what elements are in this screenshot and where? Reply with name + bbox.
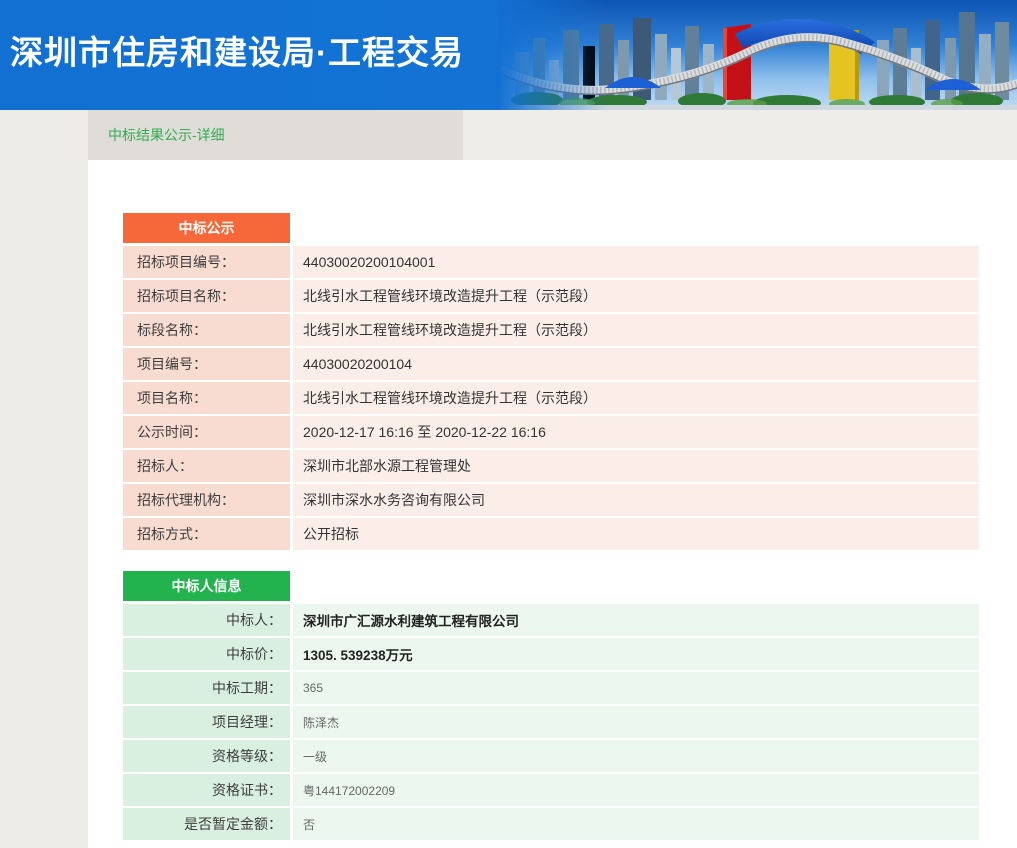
- row-value: 陈泽杰: [293, 706, 979, 738]
- row-value: 公开招标: [293, 518, 979, 550]
- bid-announcement-table: 招标项目编号：44030020200104001招标项目名称：北线引水工程管线环…: [123, 246, 979, 550]
- row-value: 44030020200104: [293, 348, 979, 380]
- row-label: 是否暂定金额：: [123, 808, 290, 840]
- site-title: 深圳市住房和建设局·工程交易: [10, 26, 464, 74]
- row-value: 44030020200104001: [293, 246, 979, 278]
- row-label: 项目编号：: [123, 348, 290, 380]
- winner-info-table: 中标人：深圳市广汇源水利建筑工程有限公司中标价：1305. 539238万元中标…: [123, 604, 979, 840]
- row-value: 北线引水工程管线环境改造提升工程（示范段）: [293, 382, 979, 414]
- site-header: 深圳市住房和建设局·工程交易: [0, 0, 1017, 110]
- left-gutter: [0, 160, 88, 848]
- row-value: 深圳市深水水务咨询有限公司: [293, 484, 979, 516]
- skyline-banner-image: [497, 0, 1017, 110]
- row-label: 中标人：: [123, 604, 290, 636]
- table-row: 招标方式：公开招标: [123, 518, 979, 550]
- row-label: 资格证书：: [123, 774, 290, 806]
- row-value: 一级: [293, 740, 979, 772]
- row-value: 深圳市广汇源水利建筑工程有限公司: [293, 604, 979, 636]
- table-row: 是否暂定金额：否: [123, 808, 979, 840]
- row-label: 中标价：: [123, 638, 290, 670]
- table-row: 招标项目名称：北线引水工程管线环境改造提升工程（示范段）: [123, 280, 979, 312]
- row-value: 否: [293, 808, 979, 840]
- row-value: 1305. 539238万元: [293, 638, 979, 670]
- main-layout: 中标公示 招标项目编号：44030020200104001招标项目名称：北线引水…: [0, 160, 1017, 848]
- tab-result-detail[interactable]: 中标结果公示-详细: [88, 110, 463, 160]
- table-row: 项目编号：44030020200104: [123, 348, 979, 380]
- bid-announcement-section: 中标公示 招标项目编号：44030020200104001招标项目名称：北线引水…: [123, 213, 979, 550]
- row-value: 2020-12-17 16:16 至 2020-12-22 16:16: [293, 416, 979, 448]
- page: 深圳市住房和建设局·工程交易: [0, 0, 1017, 848]
- row-value: 粤144172002209: [293, 774, 979, 806]
- tab-label: 中标结果公示-详细: [108, 125, 225, 145]
- table-row: 资格等级：一级: [123, 740, 979, 772]
- row-value: 365: [293, 672, 979, 704]
- winner-info-section: 中标人信息 中标人：深圳市广汇源水利建筑工程有限公司中标价：1305. 5392…: [123, 571, 979, 840]
- row-label: 标段名称：: [123, 314, 290, 346]
- row-label: 项目经理：: [123, 706, 290, 738]
- tab-bar-gutter: [0, 110, 88, 160]
- table-row: 项目经理：陈泽杰: [123, 706, 979, 738]
- tab-bar: 中标结果公示-详细: [0, 110, 1017, 160]
- table-row: 招标项目编号：44030020200104001: [123, 246, 979, 278]
- table-row: 招标人：深圳市北部水源工程管理处: [123, 450, 979, 482]
- table-row: 公示时间：2020-12-17 16:16 至 2020-12-22 16:16: [123, 416, 979, 448]
- row-label: 招标项目名称：: [123, 280, 290, 312]
- table-row: 标段名称：北线引水工程管线环境改造提升工程（示范段）: [123, 314, 979, 346]
- table-row: 中标价：1305. 539238万元: [123, 638, 979, 670]
- row-label: 中标工期：: [123, 672, 290, 704]
- row-label: 资格等级：: [123, 740, 290, 772]
- table-row: 项目名称：北线引水工程管线环境改造提升工程（示范段）: [123, 382, 979, 414]
- row-label: 招标人：: [123, 450, 290, 482]
- row-value: 深圳市北部水源工程管理处: [293, 450, 979, 482]
- row-value: 北线引水工程管线环境改造提升工程（示范段）: [293, 314, 979, 346]
- row-value: 北线引水工程管线环境改造提升工程（示范段）: [293, 280, 979, 312]
- row-label: 公示时间：: [123, 416, 290, 448]
- table-row: 中标人：深圳市广汇源水利建筑工程有限公司: [123, 604, 979, 636]
- row-label: 招标项目编号：: [123, 246, 290, 278]
- row-label: 招标代理机构：: [123, 484, 290, 516]
- table-row: 中标工期：365: [123, 672, 979, 704]
- table-row: 招标代理机构：深圳市深水水务咨询有限公司: [123, 484, 979, 516]
- content-area: 中标公示 招标项目编号：44030020200104001招标项目名称：北线引水…: [88, 160, 1017, 848]
- winner-info-header: 中标人信息: [123, 571, 290, 601]
- row-label: 项目名称：: [123, 382, 290, 414]
- table-row: 资格证书：粤144172002209: [123, 774, 979, 806]
- bid-announcement-header: 中标公示: [123, 213, 290, 243]
- row-label: 招标方式：: [123, 518, 290, 550]
